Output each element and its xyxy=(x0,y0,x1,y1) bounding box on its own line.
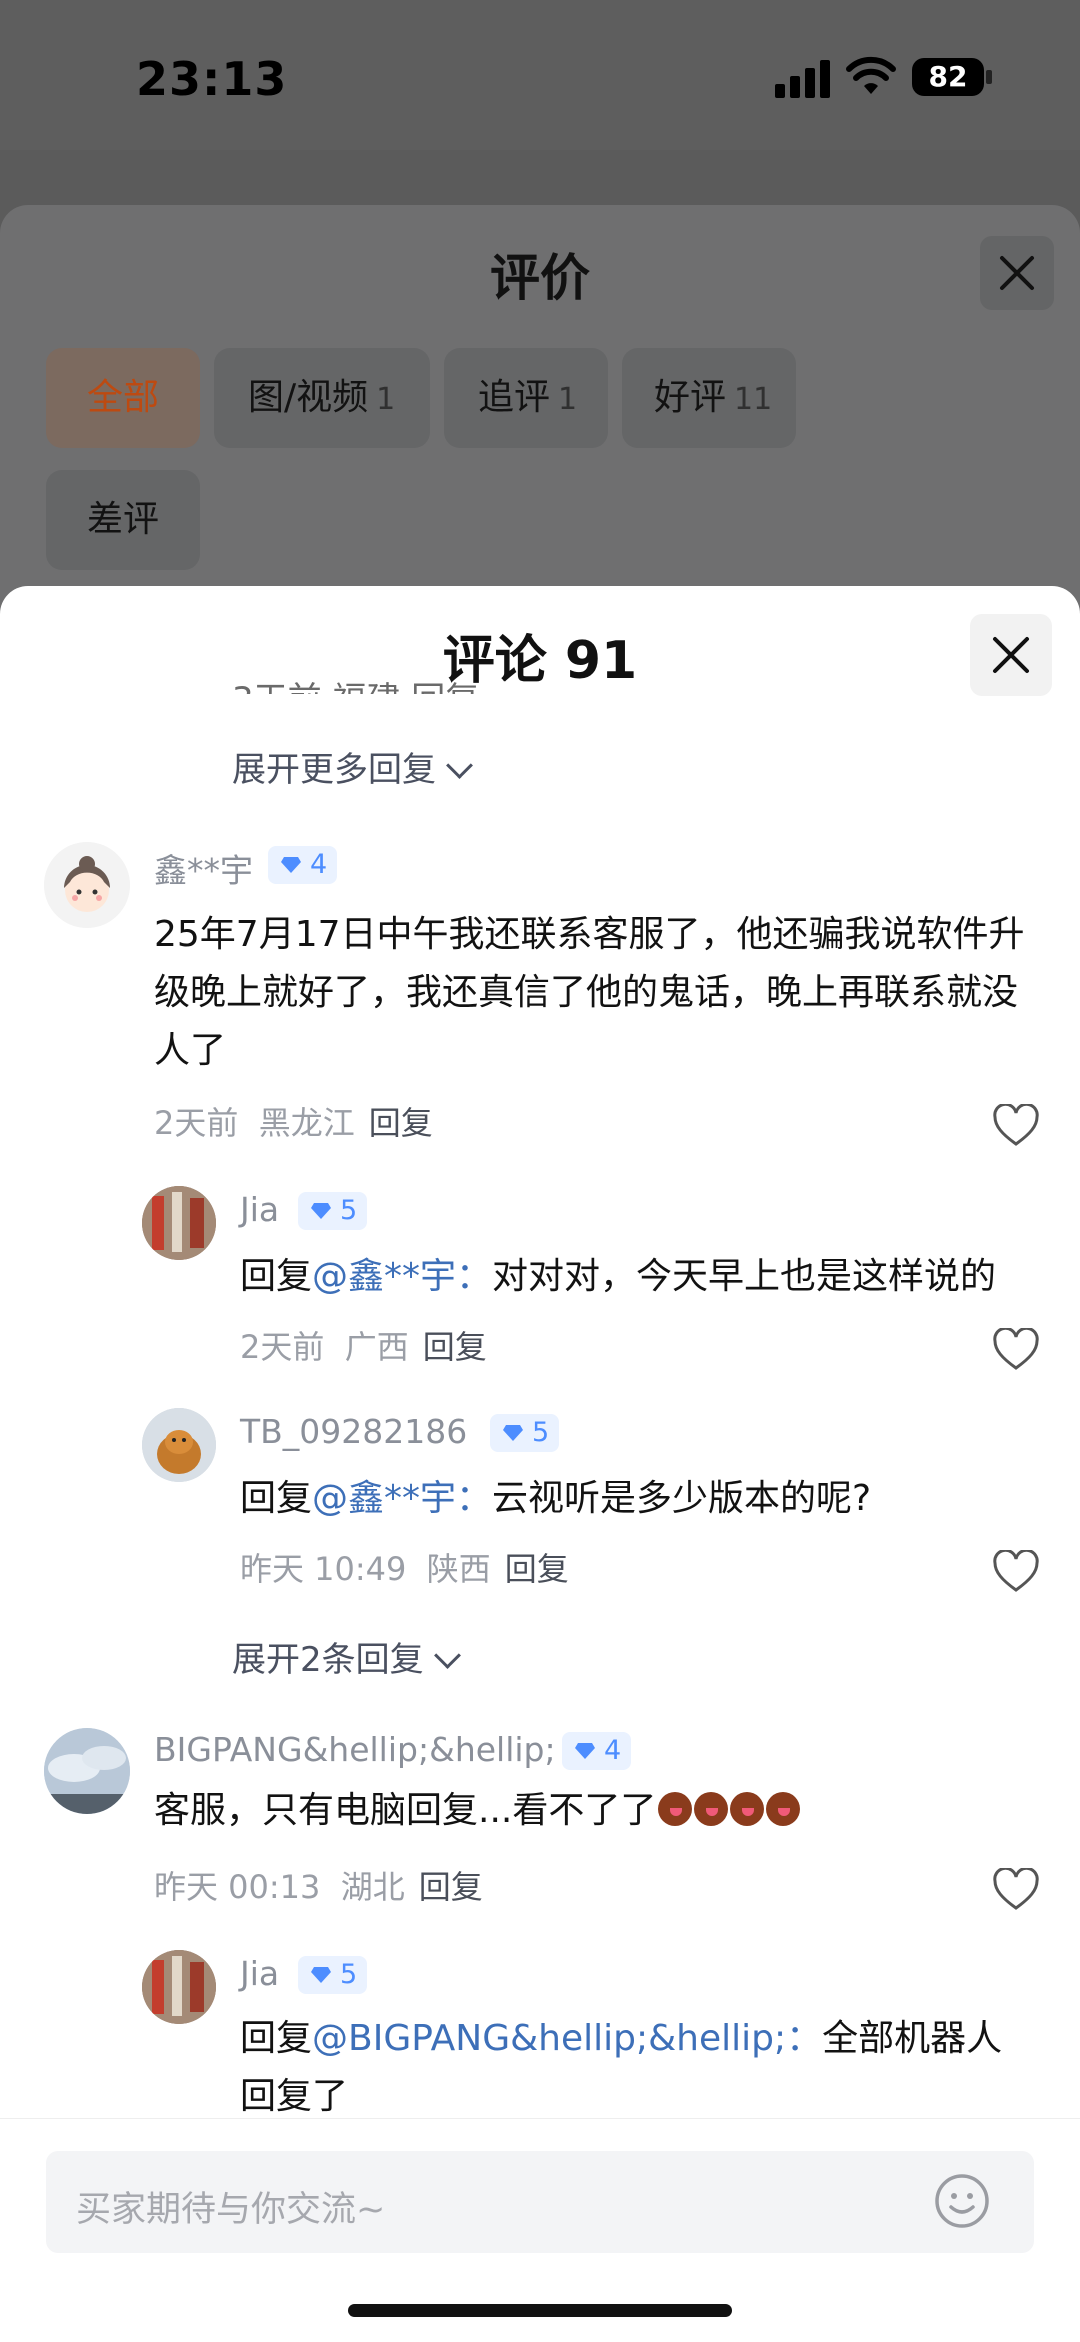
home-indicator xyxy=(348,2304,732,2317)
level-badge: 5 xyxy=(490,1414,560,1452)
level-badge: 5 xyxy=(298,1956,368,1994)
level-badge: 4 xyxy=(268,846,338,884)
close-icon xyxy=(993,637,1029,673)
cellular-signal-icon xyxy=(775,58,831,98)
avatar[interactable] xyxy=(44,842,130,928)
chevron-down-icon xyxy=(446,752,473,779)
comment-username[interactable]: BIGPANG&hellip;&hellip; xyxy=(154,1730,556,1769)
reply-button[interactable]: 回复 xyxy=(369,1104,433,1142)
dog-photo-avatar-icon xyxy=(142,1408,216,1482)
review-sheet-close-button[interactable] xyxy=(980,236,1054,310)
chevron-down-icon xyxy=(433,1642,461,1669)
reply-username[interactable]: Jia xyxy=(240,1954,279,1993)
comment-input-placeholder: 买家期待与你交流~ xyxy=(76,2190,386,2230)
level-badge: 5 xyxy=(298,1192,368,1230)
comment-username[interactable]: 鑫**宇 xyxy=(154,844,253,892)
avatar[interactable] xyxy=(44,1728,130,1814)
comment-meta: 2天前 黑龙江 回复 xyxy=(154,1104,433,1142)
expand-two-replies-button[interactable]: 展开2条回复 xyxy=(232,1632,461,1681)
emoji-smiley-icon[interactable] xyxy=(934,2173,990,2229)
status-time: 23:13 xyxy=(136,52,288,106)
avatar[interactable] xyxy=(142,1186,216,1260)
status-bar: 23:13 82 xyxy=(0,0,1080,150)
filter-chip-followup[interactable]: 追评 1 xyxy=(444,348,608,448)
comments-modal: 评论 91 3天前 福建 回复 展开更多回复 鑫**宇 4 25年7月17日中午… xyxy=(0,586,1080,2341)
expand-more-replies-button[interactable]: 展开更多回复 xyxy=(232,742,473,791)
reply-text: 回复@BIGPANG&hellip;&hellip;：全部机器人回复了 xyxy=(240,2018,1003,2117)
blushing-emoji-icon xyxy=(730,1792,765,1826)
like-heart-icon[interactable] xyxy=(992,1328,1040,1372)
photo-avatar-icon xyxy=(142,1950,216,2024)
blushing-emoji-icon xyxy=(766,1792,801,1826)
filter-chip-negative[interactable]: 差评 xyxy=(46,470,200,570)
comment-text: 客服，只有电脑回复...看不了了 xyxy=(154,1782,1034,1840)
like-heart-icon[interactable] xyxy=(992,1104,1040,1148)
reply-text: 回复@鑫**宇：云视听是多少版本的呢? xyxy=(240,1478,872,1519)
blushing-emoji-icon xyxy=(694,1792,729,1826)
blushing-emoji-icon xyxy=(658,1792,693,1826)
reply-button[interactable]: 回复 xyxy=(423,1328,487,1366)
reply-text: 回复@鑫**宇：对对对，今天早上也是这样说的 xyxy=(240,1256,997,1297)
level-badge: 4 xyxy=(562,1732,632,1770)
reply-meta: 昨天 10:49 陕西 回复 xyxy=(240,1550,569,1588)
mention-link[interactable]: @BIGPANG&hellip;&hellip; xyxy=(312,2018,786,2059)
diamond-icon xyxy=(281,857,301,873)
reply-meta: 2天前 广西 回复 xyxy=(240,1328,487,1366)
diamond-icon xyxy=(575,1743,595,1759)
diamond-icon xyxy=(503,1425,523,1441)
comment-list[interactable]: 3天前 福建 回复 展开更多回复 鑫**宇 4 25年7月17日中午我还联系客服… xyxy=(0,586,1080,2117)
like-heart-icon[interactable] xyxy=(992,1868,1040,1912)
reply-button[interactable]: 回复 xyxy=(505,1550,569,1588)
battery-indicator: 82 xyxy=(912,58,984,96)
photo-avatar-icon xyxy=(142,1186,216,1260)
filter-chip-all[interactable]: 全部 xyxy=(46,348,200,448)
reply-button[interactable]: 回复 xyxy=(419,1868,483,1906)
reply-username[interactable]: Jia xyxy=(240,1190,279,1229)
comment-input[interactable]: 买家期待与你交流~ xyxy=(46,2151,1034,2253)
wifi-icon xyxy=(846,56,896,94)
like-heart-icon[interactable] xyxy=(992,1550,1040,1594)
comments-close-button[interactable] xyxy=(970,614,1052,696)
mention-link[interactable]: @鑫**宇 xyxy=(312,1256,456,1297)
diamond-icon xyxy=(311,1203,331,1219)
sky-photo-avatar-icon xyxy=(44,1728,130,1814)
filter-chip-media[interactable]: 图/视频 1 xyxy=(214,348,430,448)
review-sheet-title: 评价 xyxy=(490,249,590,307)
comment-text: 25年7月17日中午我还联系客服了，他还骗我说软件升级晚上就好了，我还真信了他的… xyxy=(154,914,1025,1071)
avatar[interactable] xyxy=(142,1950,216,2024)
battery-tip-icon xyxy=(986,70,992,84)
filter-chip-positive[interactable]: 好评 11 xyxy=(622,348,796,448)
avatar[interactable] xyxy=(142,1408,216,1482)
reply-username[interactable]: TB_09282186 xyxy=(240,1412,467,1451)
comment-meta: 昨天 00:13 湖北 回复 xyxy=(154,1868,483,1906)
cartoon-girl-avatar-icon xyxy=(44,842,130,928)
mention-link[interactable]: @鑫**宇 xyxy=(312,1478,456,1519)
diamond-icon xyxy=(311,1967,331,1983)
comments-title: 评论 91 xyxy=(442,631,638,691)
close-icon xyxy=(1000,256,1034,290)
